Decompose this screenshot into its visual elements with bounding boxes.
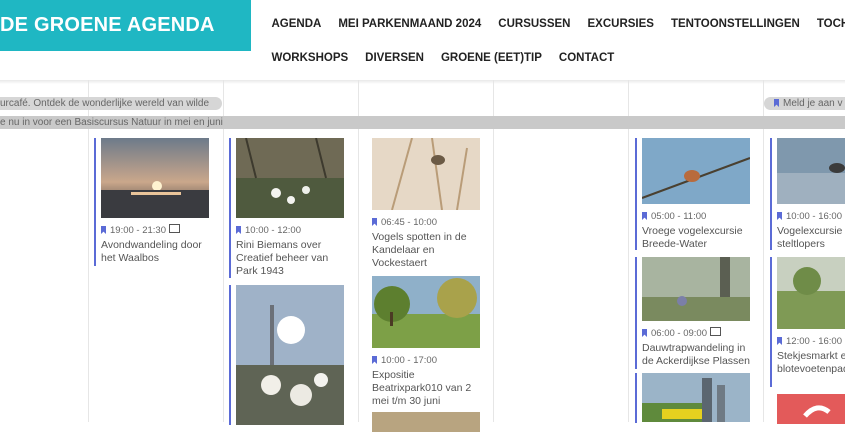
event-title: Rini Biemans over Creatief beheer van Pa…	[236, 239, 329, 277]
thistle-field-photo	[642, 257, 750, 321]
event-card[interactable]: 10:00 - 17:00 Expositie Beatrixpark010 v…	[372, 276, 480, 408]
bookmark-icon	[642, 329, 647, 337]
nav-item-eettip[interactable]: GROENE (EET)TIP	[432, 52, 550, 64]
bookmark-icon	[372, 356, 377, 364]
nav-row-1: AGENDA MEI PARKENMAAND 2024 CURSUSSEN EX…	[263, 18, 845, 30]
event-accent-line	[94, 138, 96, 266]
bookmark-icon	[372, 218, 377, 226]
banner-text: Meld je aan v	[783, 98, 843, 109]
event-card[interactable]	[372, 412, 480, 432]
nav-item-diversen[interactable]: DIVERSEN	[357, 52, 433, 64]
event-card[interactable]	[229, 285, 344, 425]
event-card[interactable]: 12:00 - 16:00 Stekjesmarkt en blotevoete…	[770, 257, 845, 387]
recurring-icon	[710, 327, 721, 336]
event-time: 10:00 - 12:00	[236, 224, 344, 237]
main-nav: AGENDA MEI PARKENMAAND 2024 CURSUSSEN EX…	[263, 0, 845, 80]
column-divider	[763, 80, 764, 422]
header-shadow	[0, 80, 845, 84]
bookmark-icon	[777, 337, 782, 345]
event-title: Vroege vogelexcursie Breede-Water	[642, 225, 743, 250]
flowers-tower-photo	[236, 285, 344, 425]
event-accent-line	[770, 257, 772, 387]
bookmark-icon	[777, 212, 782, 220]
wading-birds-photo	[777, 138, 845, 204]
event-card[interactable]	[635, 373, 750, 423]
nav-item-cursussen[interactable]: CURSUSSEN	[490, 18, 579, 30]
nav-item-parkenmaand[interactable]: MEI PARKENMAAND 2024	[330, 18, 490, 30]
event-accent-line	[635, 138, 637, 250]
event-card[interactable]: 10:00 - 12:00 Rini Biemans over Creatief…	[229, 138, 344, 278]
event-time: 10:00 - 17:00	[372, 354, 480, 367]
recurring-icon	[169, 224, 180, 233]
event-time: 05:00 - 11:00	[642, 210, 750, 223]
bird-on-branch-photo	[642, 138, 750, 204]
event-accent-line	[770, 138, 772, 250]
logo-text: DE GROENE AGENDA	[0, 14, 215, 36]
event-card[interactable]: 10:00 - 16:00 Vogelexcursie steltlopers	[770, 138, 845, 251]
snowdrops-photo	[236, 138, 344, 218]
event-photo	[372, 412, 480, 432]
bookmark-icon	[774, 99, 779, 107]
multiday-event-banner[interactable]: Meld je aan v	[764, 97, 845, 110]
column-divider	[628, 80, 629, 422]
event-title: Vogelexcursie steltlopers	[777, 225, 843, 250]
event-title: Avondwandeling door het Waalbos	[101, 239, 202, 264]
event-time: 06:00 - 09:00	[642, 327, 750, 340]
event-time: 19:00 - 21:30	[101, 224, 209, 237]
nav-item-contact[interactable]: CONTACT	[550, 52, 622, 64]
column-divider	[223, 80, 224, 422]
sunset-lake-photo	[101, 138, 209, 218]
event-title: Vogels spotten in de Kandelaar en Vockes…	[372, 231, 467, 269]
column-divider	[358, 80, 359, 422]
event-accent-line	[635, 257, 637, 369]
multiday-event-banner[interactable]: e nu in voor een Basiscursus Natuur in m…	[0, 116, 845, 129]
nav-row-2: WORKSHOPS DIVERSEN GROENE (EET)TIP CONTA…	[263, 52, 623, 64]
event-accent-line	[229, 285, 231, 425]
event-accent-line	[229, 138, 231, 278]
event-time: 10:00 - 16:00	[777, 210, 845, 223]
event-time: 06:45 - 10:00	[372, 216, 480, 229]
event-card[interactable]	[777, 394, 845, 424]
multiday-event-banner[interactable]: urcafé. Ontdek de wonderlijke wereld van…	[0, 97, 222, 110]
event-card[interactable]: 06:45 - 10:00 Vogels spotten in de Kande…	[372, 138, 480, 270]
bookmark-icon	[642, 212, 647, 220]
banner-text: urcafé. Ontdek de wonderlijke wereld van…	[0, 98, 209, 109]
banner-text: e nu in voor een Basiscursus Natuur in m…	[0, 117, 223, 128]
bird-on-reed-photo	[372, 138, 480, 210]
nav-item-excursies[interactable]: EXCURSIES	[579, 18, 662, 30]
nav-item-workshops[interactable]: WORKSHOPS	[263, 52, 357, 64]
nav-item-tochten[interactable]: TOCHTEN	[808, 18, 845, 30]
nav-item-tentoonstellingen[interactable]: TENTOONSTELLINGEN	[662, 18, 808, 30]
bookmark-icon	[101, 226, 106, 234]
city-nature-poster-photo	[642, 373, 750, 422]
bookmark-icon	[236, 226, 241, 234]
red-poster-photo	[777, 394, 845, 424]
column-divider	[88, 80, 89, 422]
column-divider	[493, 80, 494, 422]
event-card[interactable]: 19:00 - 21:30 Avondwandeling door het Wa…	[94, 138, 209, 266]
event-title: Stekjesmarkt en blotevoetenpad Erik	[777, 350, 845, 375]
garden-market-photo	[777, 257, 845, 329]
event-title: Expositie Beatrixpark010 van 2 mei t/m 3…	[372, 369, 472, 407]
event-title: Dauwtrapwandeling in de Ackerdijkse Plas…	[642, 342, 750, 367]
event-time: 12:00 - 16:00	[777, 335, 845, 348]
event-card[interactable]: 06:00 - 09:00 Dauwtrapwandeling in de Ac…	[635, 257, 750, 369]
event-card[interactable]: 05:00 - 11:00 Vroege vogelexcursie Breed…	[635, 138, 750, 251]
site-logo[interactable]: DE GROENE AGENDA	[0, 0, 251, 51]
park-trees-photo	[372, 276, 480, 348]
event-accent-line	[635, 373, 637, 423]
nav-item-agenda[interactable]: AGENDA	[263, 18, 330, 30]
